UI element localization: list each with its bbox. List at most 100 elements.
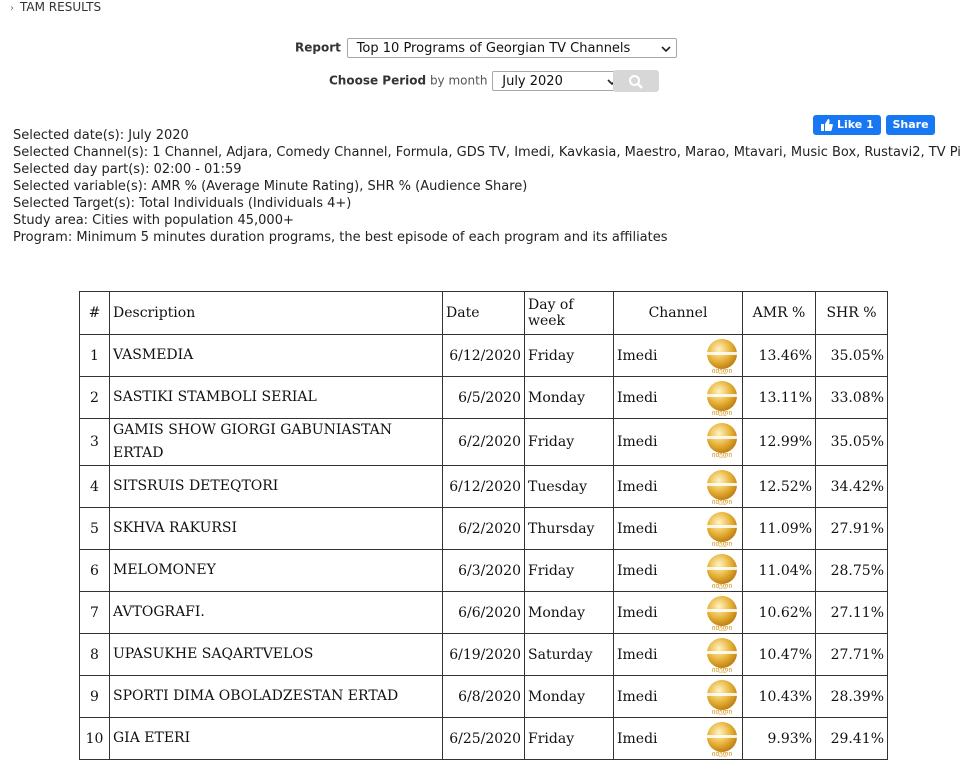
row-description-text: UPASUKHE SAQARTVELOS [113,646,314,662]
row-amr: 10.62% [742,591,816,634]
row-date-text: 6/6/2020 [458,604,521,621]
row-date-text: 6/12/2020 [449,478,521,495]
row-shr-text: 28.75% [830,562,884,579]
row-shr: 27.11% [815,591,888,634]
row-day: Friday [524,334,614,377]
header-num: # [79,291,110,335]
row-amr: 10.47% [742,633,816,676]
row-shr-text: 28.39% [830,688,884,705]
row-date: 6/12/2020 [442,334,525,377]
table-header-row: # Description Date Day of week Channel A… [79,291,888,335]
period-select[interactable]: July 2020 [492,71,624,91]
imedi-logo-text: იმედი [712,708,733,715]
breadcrumb[interactable]: › TAM RESULTS [10,0,101,14]
imedi-logo-icon: იმედი [707,381,737,416]
table-row: 7 AVTOGRAFI. 6/6/2020 Monday Imedi იმედი 10.62… [79,591,888,634]
row-shr: 29.41% [815,717,888,760]
row-channel-text: Imedi [617,520,658,537]
row-channel: Imedi იმედი [613,507,743,550]
row-channel-text: Imedi [617,688,658,705]
row-channel-text: Imedi [617,730,658,747]
row-num-text: 5 [90,520,99,537]
row-amr: 11.09% [742,507,816,550]
row-amr-text: 13.46% [758,347,812,364]
row-channel-text: Imedi [617,389,658,406]
imedi-logo-icon: იმედი [707,554,737,589]
table-row: 10 GIA ETERI 6/25/2020 Friday Imedi იმედი 9.93… [79,717,888,760]
row-shr-text: 27.91% [830,520,884,537]
row-date: 6/2/2020 [442,418,525,466]
table-row: 4 SITSRUIS DETEQTORI 6/12/2020 Tuesday Imedi… [79,465,888,508]
row-day: Monday [524,675,614,718]
row-amr: 12.52% [742,465,816,508]
header-amr: AMR % [742,291,816,335]
row-date: 6/5/2020 [442,376,525,419]
imedi-logo-icon: იმედი [707,470,737,505]
row-amr-text: 10.43% [758,688,812,705]
selected-variable: Selected variable(s): AMR % (Average Min… [13,179,528,194]
row-day-text: Monday [528,389,585,406]
row-description: SPORTI DIMA OBOLADZESTAN ERTAD [109,675,443,718]
selected-dates: Selected date(s): July 2020 [13,128,189,143]
imedi-logo-icon: იმედი [707,722,737,757]
row-description: VASMEDIA [109,334,443,377]
row-shr: 27.91% [815,507,888,550]
row-description: MELOMONEY [109,549,443,592]
report-row: Report Top 10 Programs of Georgian TV Ch… [295,38,677,58]
imedi-logo-text: იმედი [712,582,733,589]
row-num-text: 8 [90,646,99,663]
report-select[interactable]: Top 10 Programs of Georgian TV Channels [346,38,677,58]
row-day-text: Thursday [528,520,595,537]
row-day: Monday [524,376,614,419]
row-channel: Imedi იმედი [613,549,743,592]
chevron-down-icon [661,46,671,53]
imedi-logo-text: იმედი [712,367,733,374]
row-date-text: 6/2/2020 [458,434,521,450]
row-channel-text: Imedi [617,646,658,663]
table-row: 2 SASTIKI STAMBOLI SERIAL 6/5/2020 Monday Im… [79,376,888,419]
row-num: 10 [79,717,110,760]
header-date: Date [442,291,525,335]
row-num-text: 4 [90,478,99,495]
row-description: SKHVA RAKURSI [109,507,443,550]
row-day-text: Monday [528,688,585,705]
selected-target: Selected Target(s): Total Individuals (I… [13,196,352,211]
row-channel: Imedi იმედი [613,465,743,508]
row-num: 1 [79,334,110,377]
row-amr-text: 11.09% [758,520,812,537]
row-shr: 28.75% [815,549,888,592]
row-date: 6/12/2020 [442,465,525,508]
row-description-text: SASTIKI STAMBOLI SERIAL [113,389,317,405]
row-date: 6/8/2020 [442,675,525,718]
row-description-text: GIA ETERI [113,730,191,746]
row-day-text: Saturday [528,646,593,663]
row-shr: 34.42% [815,465,888,508]
row-amr: 10.43% [742,675,816,718]
row-day: Saturday [524,633,614,676]
row-amr-text: 10.47% [758,646,812,663]
imedi-logo-text: იმედი [712,451,733,458]
row-description-text: SKHVA RAKURSI [113,520,238,536]
row-shr-text: 27.71% [830,646,884,663]
row-description: UPASUKHE SAQARTVELOS [109,633,443,676]
row-day-text: Monday [528,604,585,621]
report-select-value: Top 10 Programs of Georgian TV Channels [356,41,631,56]
breadcrumb-label: TAM RESULTS [20,0,102,14]
row-description-text: SITSRUIS DETEQTORI [113,478,279,494]
header-day: Day of week [524,291,614,335]
imedi-logo-icon: იმედი [707,596,737,631]
row-num-text: 7 [90,604,99,621]
search-button[interactable] [613,70,659,92]
row-day-text: Friday [528,562,575,579]
row-date: 6/25/2020 [442,717,525,760]
row-shr-text: 27.11% [830,604,884,621]
row-num: 5 [79,507,110,550]
row-date-text: 6/2/2020 [458,520,521,537]
row-description-text: SPORTI DIMA OBOLADZESTAN ERTAD [113,688,399,704]
row-date: 6/3/2020 [442,549,525,592]
row-day: Tuesday [524,465,614,508]
row-num: 3 [79,418,110,466]
row-day: Friday [524,717,614,760]
row-num: 6 [79,549,110,592]
row-date-text: 6/8/2020 [458,688,521,705]
